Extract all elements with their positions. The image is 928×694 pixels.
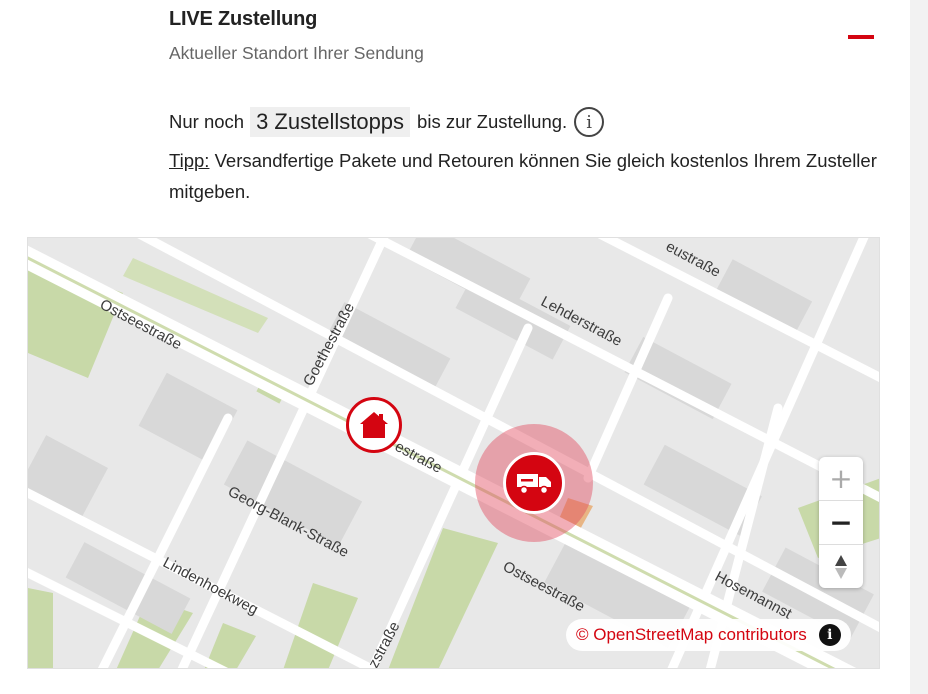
plus-icon: + xyxy=(829,462,853,495)
tip-body: Versandfertige Pakete und Retouren könne… xyxy=(169,150,877,202)
section-title: LIVE Zustellung xyxy=(169,8,318,30)
compass-button[interactable] xyxy=(819,545,863,588)
zoom-in-button[interactable]: + xyxy=(819,457,863,501)
tip-text: Tipp: Versandfertige Pakete und Retouren… xyxy=(169,145,879,207)
scrollbar-track xyxy=(910,0,928,694)
delivery-van-icon[interactable] xyxy=(503,452,565,514)
compass-icon xyxy=(835,554,847,579)
attribution-link[interactable]: © OpenStreetMap contributors xyxy=(576,625,807,645)
delivery-prefix: Nur noch xyxy=(169,111,245,132)
delivery-suffix: bis zur Zustellung. xyxy=(417,111,568,132)
section-subtitle: Aktueller Standort Ihrer Sendung xyxy=(169,43,424,63)
tip-label[interactable]: Tipp: xyxy=(169,150,209,171)
minus-icon: − xyxy=(829,506,853,539)
stops-badge: 3 Zustellstopps xyxy=(250,107,411,137)
info-icon[interactable]: i xyxy=(818,624,841,646)
info-icon[interactable]: i xyxy=(574,107,605,137)
delivery-status-line: Nur noch 3 Zustellstopps bis zur Zustell… xyxy=(169,104,605,140)
minus-icon[interactable] xyxy=(848,35,874,39)
home-glyph xyxy=(360,412,388,438)
zoom-controls: + − xyxy=(819,457,863,588)
van-glyph xyxy=(517,474,551,495)
zoom-out-button[interactable]: − xyxy=(819,501,863,545)
home-icon[interactable] xyxy=(346,397,402,453)
map-view[interactable]: Ostseestraße Goethestraße Lehderstraße e… xyxy=(27,237,880,669)
map-attribution: © OpenStreetMap contributors i xyxy=(566,619,851,651)
